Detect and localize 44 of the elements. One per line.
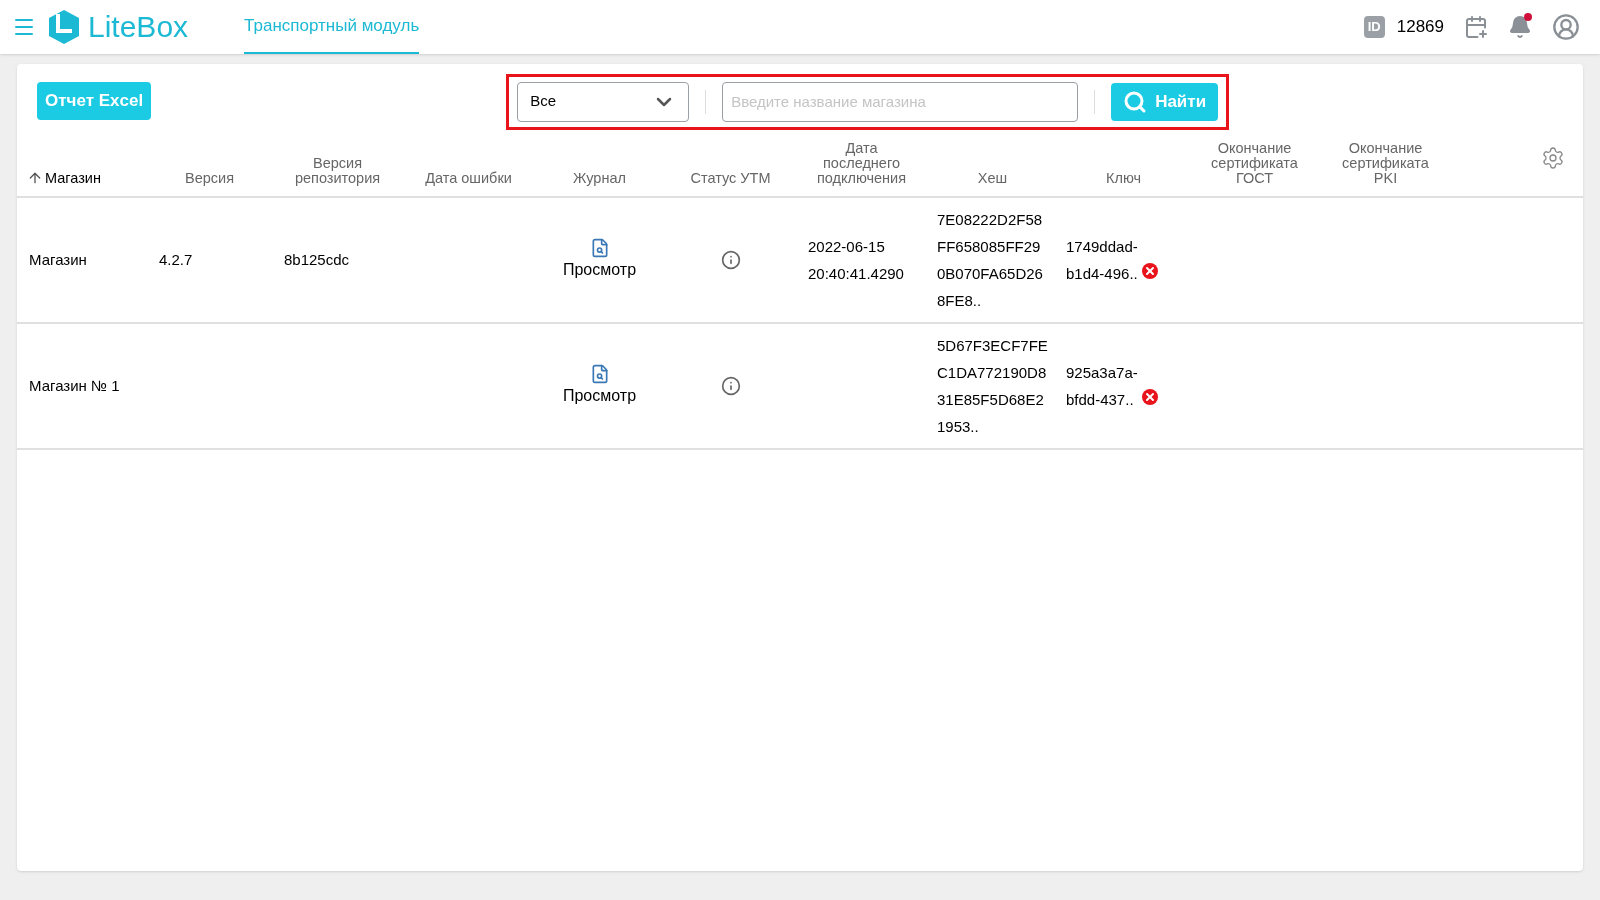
table-cell-text: 2022-06-15 — [808, 237, 886, 257]
table-cell-text: 8FE8.. — [937, 291, 983, 311]
column-header[interactable]: Дата ошибки — [403, 171, 534, 186]
table-cell-text: 1953.. — [937, 417, 980, 437]
user-avatar-icon[interactable] — [1552, 13, 1580, 41]
table-cell-text: 20:40:41.4290 — [808, 264, 905, 284]
table-cell-text: Магазин — [28, 249, 88, 270]
table-cell-text: 4.2.7 — [158, 249, 194, 270]
table-cell-text: Магазин № 1 — [28, 375, 121, 396]
table-cell-text: C1DA772190D8 — [937, 363, 1048, 383]
store-search-field[interactable]: Введите название магазина — [722, 81, 1079, 122]
search-icon — [1123, 89, 1148, 114]
id-badge-icon: ID — [1363, 16, 1385, 38]
table-cell-text: bfdd-437.. — [1066, 390, 1135, 410]
brand-name: LiteBox — [88, 12, 189, 42]
table-cell-text: 7E08222D2F58 — [937, 210, 1044, 230]
account-id: 12869 — [1396, 16, 1444, 39]
column-header[interactable]: Статус УТМ — [665, 171, 796, 186]
info-icon[interactable] — [720, 250, 741, 270]
table-cell-text: FF658085FF29 — [937, 237, 1042, 257]
table-cell-text: 8b125cdc — [283, 249, 351, 270]
view-log-link[interactable]: Просмотр — [534, 238, 665, 282]
column-header[interactable]: Дата последнего подключения — [796, 141, 927, 186]
column-header[interactable]: Хеш — [927, 171, 1058, 186]
filter-dropdown[interactable]: Все — [517, 81, 690, 122]
column-header[interactable]: Версия репозитория — [272, 156, 403, 186]
table-cell-text: b1d4-496.. — [1066, 264, 1138, 284]
column-header[interactable]: Ключ — [1058, 171, 1189, 186]
column-header[interactable]: Журнал — [534, 171, 665, 186]
column-header[interactable]: Версия — [147, 171, 272, 186]
table-cell-text: 1749ddad- — [1066, 237, 1138, 257]
cube-logo-icon — [48, 9, 80, 45]
table-cell-text: 0B070FA65D26 — [937, 264, 1044, 284]
calendar-add-icon[interactable] — [1464, 15, 1488, 39]
view-log-link[interactable]: Просмотр — [534, 364, 665, 408]
column-header[interactable]: Магазин — [17, 170, 147, 186]
notification-bell-icon[interactable] — [1508, 15, 1532, 39]
info-icon[interactable] — [720, 376, 741, 396]
table-cell-text: 5D67F3ECF7FE — [937, 336, 1049, 356]
column-header[interactable]: Окончание сертификата PKI — [1320, 141, 1451, 186]
table-cell-text: 31E85F5D68E2 — [937, 390, 1045, 410]
table-cell-text: 925a3a7a- — [1066, 363, 1138, 383]
settings-icon[interactable] — [1541, 146, 1565, 170]
column-header[interactable]: Окончание сертификата ГОСТ — [1189, 141, 1320, 186]
